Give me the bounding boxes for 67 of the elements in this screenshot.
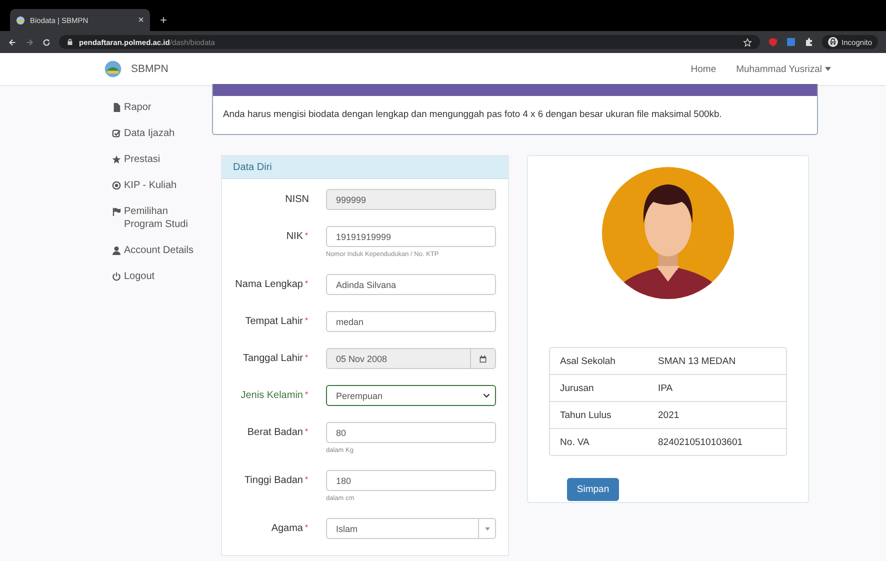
input-field[interactable]: medan bbox=[326, 311, 496, 332]
sidebar-item[interactable]: Data Ijazah bbox=[112, 127, 200, 140]
required-mark: * bbox=[305, 231, 309, 240]
input-field[interactable]: Adinda Silvana bbox=[326, 274, 496, 295]
sidebar-item[interactable]: Rapor bbox=[112, 101, 200, 114]
table-cell: SMAN 13 MEDAN bbox=[658, 356, 736, 366]
lock-icon bbox=[67, 38, 73, 46]
table-cell-text: No. VA bbox=[559, 436, 590, 448]
select-field[interactable]: Islam bbox=[326, 518, 496, 539]
field-label: Tempat Lahir bbox=[245, 316, 303, 327]
user-icon bbox=[112, 246, 121, 255]
sidebar-item[interactable]: Pemilihan Program Studi bbox=[112, 205, 200, 231]
forward-icon[interactable] bbox=[25, 38, 34, 46]
required-mark: * bbox=[305, 316, 309, 325]
nav-link[interactable]: Home bbox=[690, 64, 716, 74]
required-mark: * bbox=[305, 390, 309, 399]
star-icon bbox=[112, 155, 121, 164]
table-cell: IPA bbox=[658, 382, 673, 394]
check-square-icon bbox=[112, 129, 121, 138]
field-label: Nama Lengkap bbox=[235, 279, 303, 290]
save-button[interactable]: Simpan bbox=[566, 478, 620, 501]
document-icon bbox=[112, 103, 121, 112]
sidebar-item[interactable]: KIP - Kuliah bbox=[112, 179, 200, 192]
extension-square-icon[interactable] bbox=[786, 37, 796, 47]
flag-icon bbox=[112, 207, 121, 216]
required-mark: * bbox=[305, 427, 309, 436]
sidebar-item[interactable]: Logout bbox=[112, 270, 200, 283]
table-cell-text: Tahun Lulus bbox=[559, 410, 612, 420]
select-field[interactable]: Perempuan bbox=[326, 385, 496, 406]
incognito-icon bbox=[828, 37, 838, 47]
field-label: Jenis Kelamin bbox=[240, 390, 303, 401]
sidebar-item[interactable]: Account Details bbox=[112, 244, 200, 257]
field-label: Berat Badan bbox=[247, 427, 303, 438]
caret-icon bbox=[484, 526, 490, 530]
field-label: NISN bbox=[285, 194, 309, 205]
user-menu[interactable]: Muhammad Yusrizal bbox=[736, 64, 831, 74]
table-cell-text: Jurusan bbox=[559, 382, 595, 394]
input-field[interactable]: 180 bbox=[326, 470, 496, 491]
circle-dot-icon bbox=[112, 181, 121, 190]
brand-name[interactable]: SBMPN bbox=[131, 63, 168, 75]
sidebar-item[interactable]: Prestasi bbox=[112, 153, 200, 166]
required-mark: * bbox=[305, 353, 309, 362]
calendar-icon bbox=[479, 354, 487, 362]
logo-icon bbox=[104, 60, 122, 78]
new-tab-button[interactable]: + bbox=[160, 9, 168, 31]
caret-icon bbox=[825, 67, 831, 71]
field-label: Agama bbox=[271, 523, 303, 534]
card-title: Data Diri bbox=[233, 162, 272, 172]
star-icon[interactable] bbox=[742, 38, 752, 46]
reload-icon[interactable] bbox=[42, 38, 51, 46]
info-message: Anda harus mengisi biodata dengan lengkap dan mengunggah pas foto 4 x 6 dengan besar ukuran file maksimal 500kb. bbox=[222, 107, 723, 121]
field-label: NIK bbox=[286, 231, 303, 242]
back-icon[interactable] bbox=[8, 38, 17, 46]
puzzle-icon[interactable] bbox=[804, 37, 814, 47]
table-cell-text: Asal Sekolah bbox=[559, 356, 616, 366]
input-field[interactable]: 80 bbox=[326, 422, 496, 443]
required-mark: * bbox=[305, 279, 309, 288]
required-mark: * bbox=[305, 523, 309, 532]
field-label: Tanggal Lahir bbox=[242, 353, 303, 364]
field-label: Tinggi Badan bbox=[244, 475, 303, 486]
table-cell: 8240210510103601 bbox=[658, 436, 743, 448]
close-tab-button[interactable]: × bbox=[138, 14, 144, 26]
chevron-down-icon bbox=[483, 393, 490, 398]
power-icon bbox=[112, 272, 121, 281]
required-mark: * bbox=[305, 475, 309, 484]
table-cell: 2021 bbox=[658, 410, 680, 420]
input-field[interactable]: 19191919999 bbox=[326, 226, 496, 247]
